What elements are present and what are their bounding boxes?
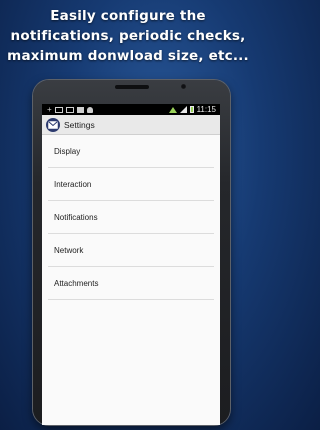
fingerprint-icon bbox=[86, 106, 93, 113]
settings-list: Display Interaction Notifications Networ… bbox=[42, 135, 220, 300]
settings-item-label: Attachments bbox=[54, 278, 99, 288]
settings-item-label: Notifications bbox=[54, 212, 98, 222]
action-bar: Settings bbox=[42, 115, 220, 135]
page-title: Settings bbox=[64, 119, 95, 130]
wifi-icon bbox=[168, 106, 177, 113]
settings-item-display[interactable]: Display bbox=[48, 135, 214, 168]
phone-earpiece bbox=[115, 85, 149, 89]
phone-camera bbox=[181, 84, 186, 89]
settings-item-network[interactable]: Network bbox=[48, 234, 214, 267]
battery-icon bbox=[189, 106, 194, 113]
settings-item-label: Network bbox=[54, 245, 84, 255]
image-icon bbox=[76, 106, 84, 113]
status-right-icons: 11:15 bbox=[168, 104, 216, 115]
phone-frame: + 11:15 Settings Display Interaction Not… bbox=[33, 80, 230, 425]
mail-icon bbox=[54, 106, 63, 113]
settings-item-interaction[interactable]: Interaction bbox=[48, 168, 214, 201]
promo-line-3: maximum donwload size, etc... bbox=[7, 48, 249, 64]
add-icon: + bbox=[47, 105, 52, 114]
status-left-icons: + bbox=[47, 104, 93, 115]
settings-item-label: Display bbox=[54, 146, 81, 156]
settings-item-attachments[interactable]: Attachments bbox=[48, 267, 214, 300]
phone-screen: + 11:15 Settings Display Interaction Not… bbox=[42, 104, 220, 425]
envelope-icon[interactable] bbox=[46, 117, 60, 132]
status-bar: + 11:15 bbox=[42, 104, 220, 115]
promo-caption: Easily configure the notifications, peri… bbox=[0, 6, 256, 66]
promo-line-2: notifications, periodic checks, bbox=[10, 28, 246, 44]
settings-item-notifications[interactable]: Notifications bbox=[48, 201, 214, 234]
promo-line-1: Easily configure the bbox=[50, 8, 206, 24]
settings-item-label: Interaction bbox=[54, 179, 92, 189]
mail-icon bbox=[65, 106, 74, 113]
signal-icon bbox=[179, 106, 187, 113]
status-time: 11:15 bbox=[196, 105, 216, 114]
